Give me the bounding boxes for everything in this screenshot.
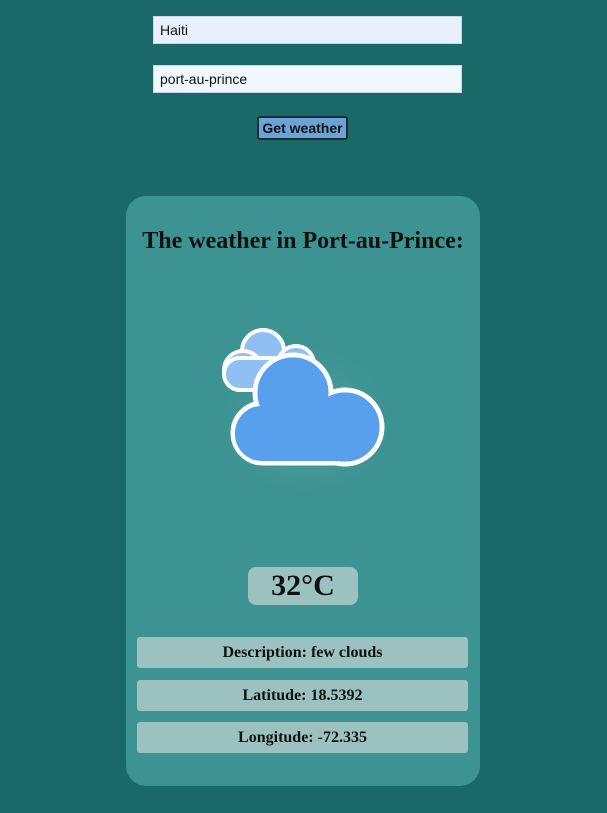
longitude-value: -72.335	[317, 729, 367, 746]
country-input[interactable]	[153, 16, 462, 44]
latitude-value: 18.5392	[310, 687, 363, 704]
temperature-unit: °C	[301, 569, 335, 602]
description-value: few clouds	[310, 644, 383, 661]
latitude-label: Latitude:	[242, 687, 311, 704]
title-prefix: The weather in	[142, 228, 303, 254]
longitude-row: Longitude: -72.335	[137, 722, 468, 753]
temperature-value: 32	[271, 569, 302, 602]
weather-title: The weather in Port-au-Prince:	[126, 228, 480, 255]
latitude-row: Latitude: 18.5392	[137, 680, 468, 711]
city-input[interactable]	[153, 65, 462, 93]
longitude-label: Longitude:	[238, 729, 318, 746]
get-weather-button[interactable]: Get weather	[257, 116, 348, 140]
title-suffix: :	[455, 228, 464, 254]
weather-card: The weather in Port-au-Prince: 32°C Desc…	[126, 196, 480, 786]
description-row: Description: few clouds	[137, 637, 468, 668]
temperature-badge: 32°C	[248, 567, 358, 605]
few-clouds-icon	[214, 318, 394, 490]
city-name: Port-au-Prince	[302, 228, 456, 254]
description-label: Description:	[222, 644, 311, 661]
